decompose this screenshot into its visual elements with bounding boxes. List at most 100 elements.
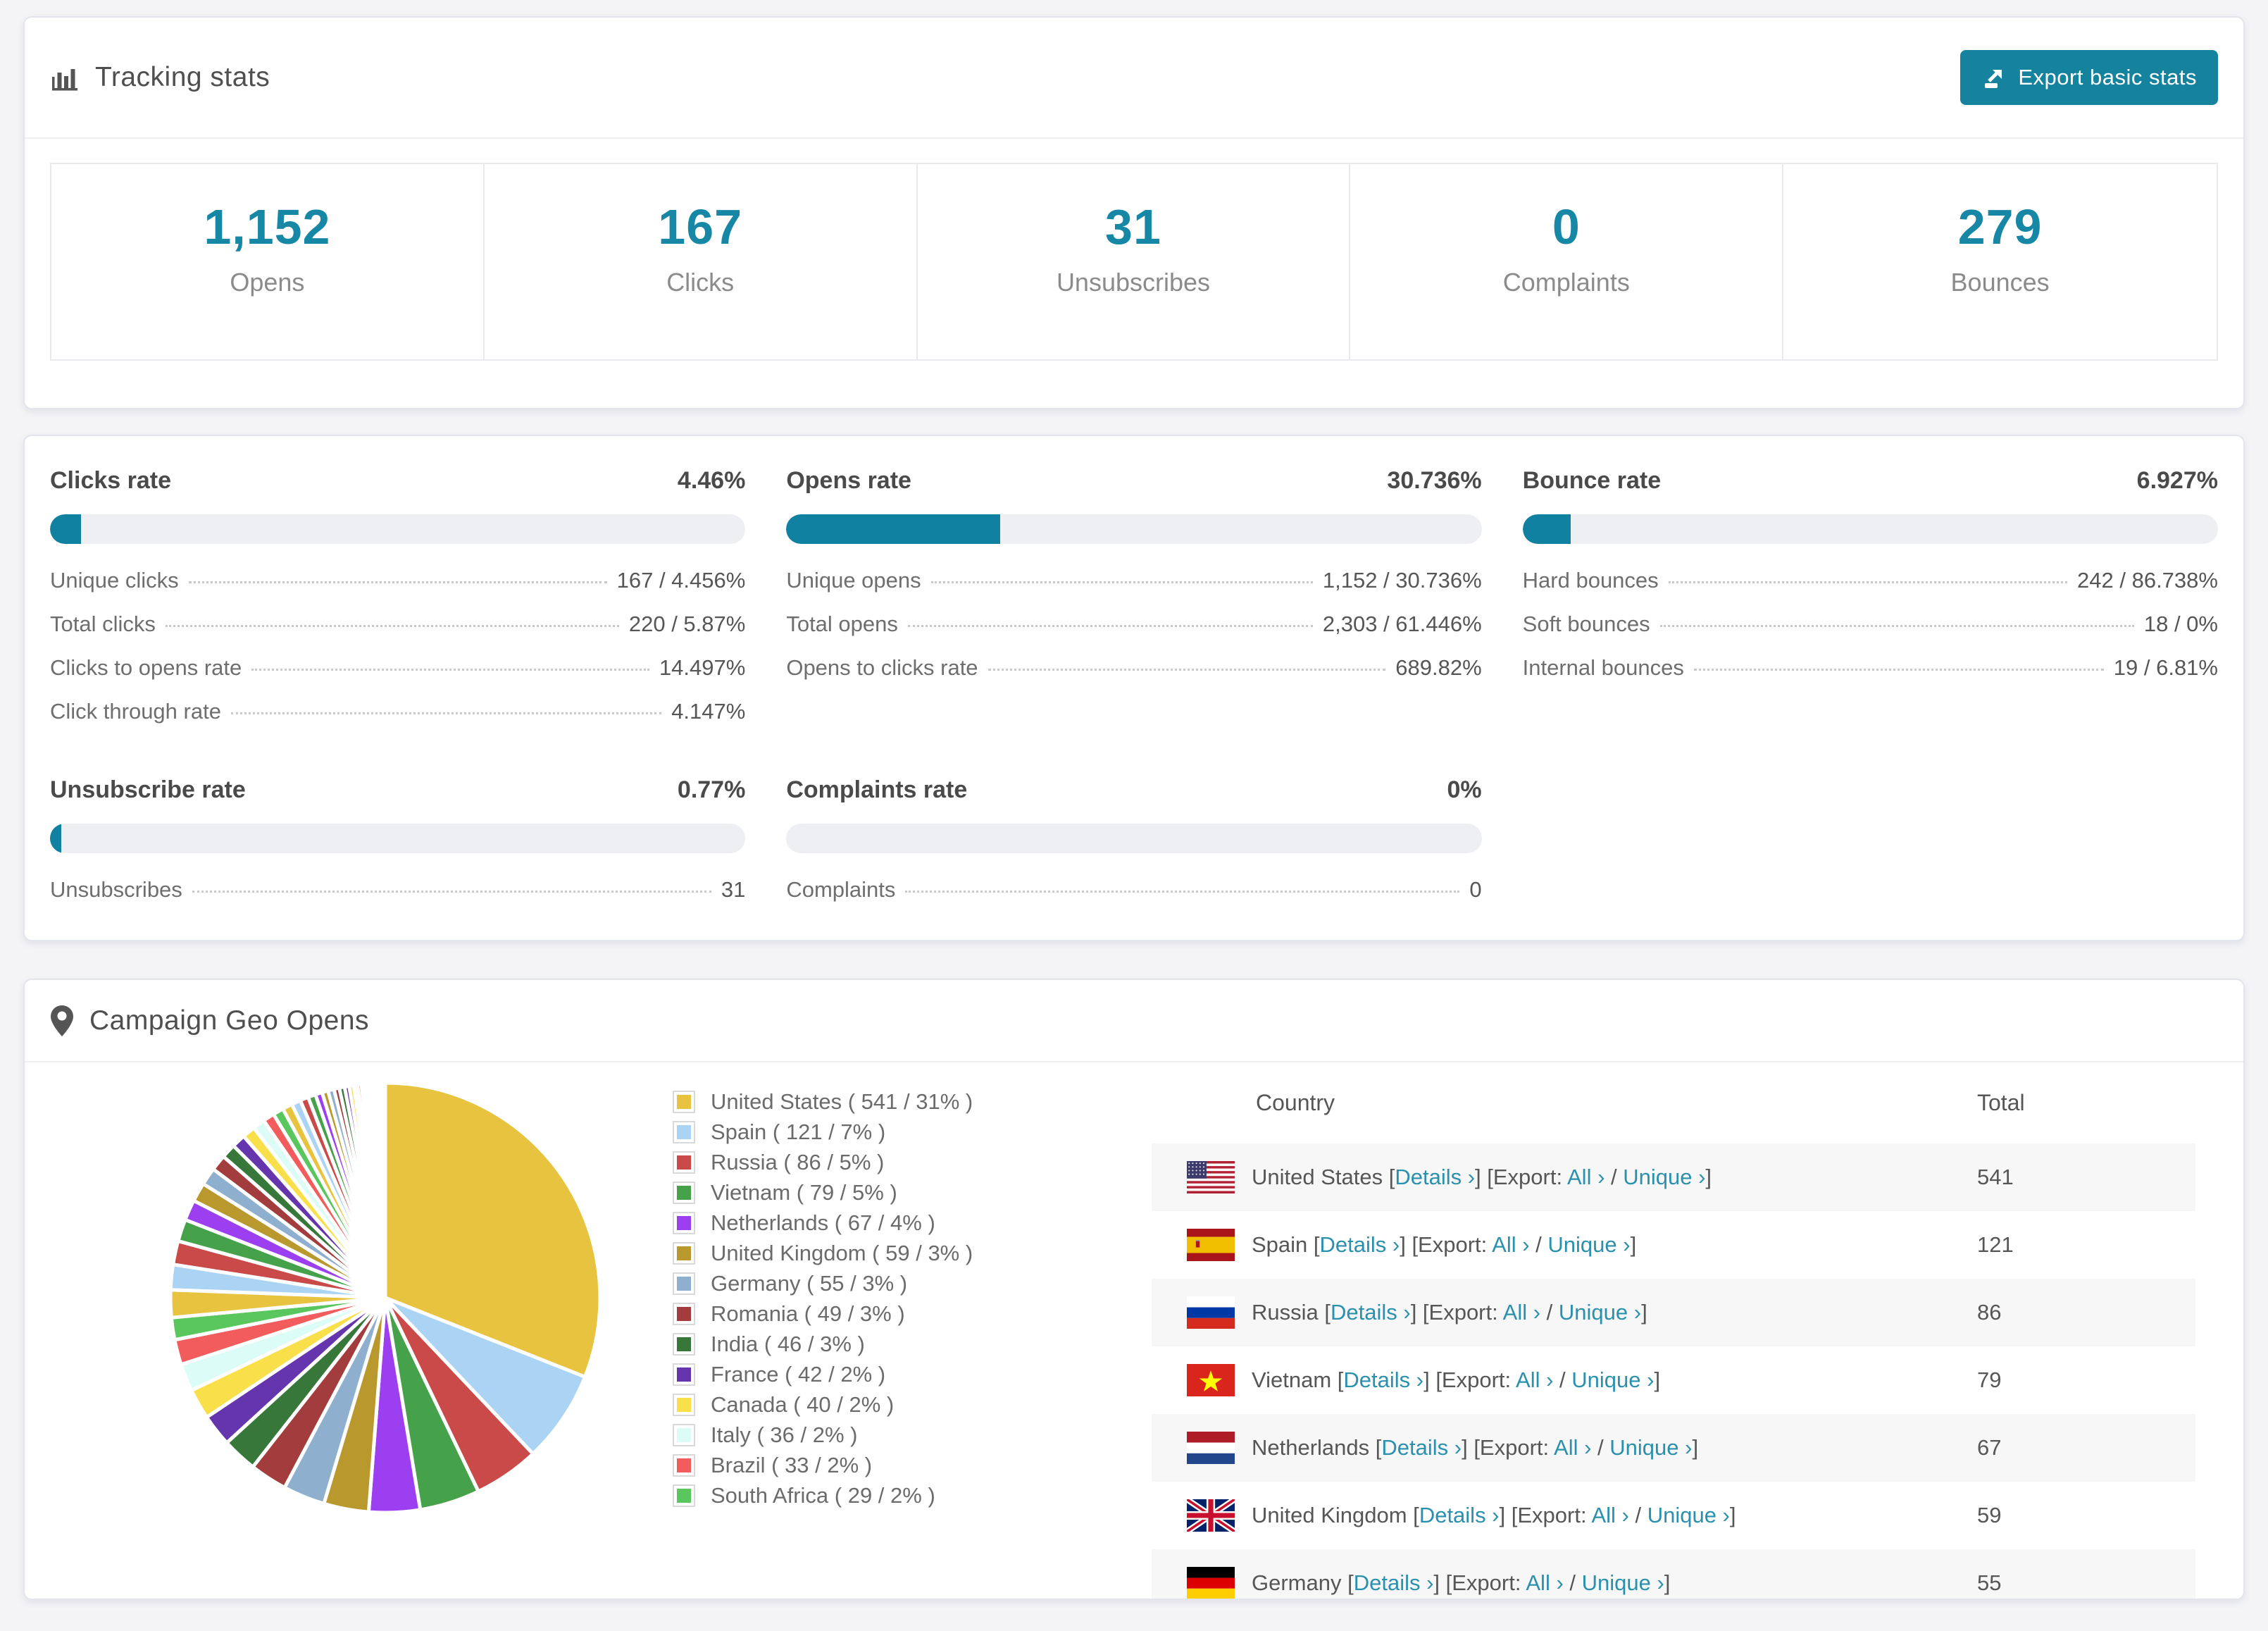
- rate-row-value: 0: [1469, 877, 1482, 902]
- export-all-link[interactable]: All ›: [1591, 1503, 1628, 1527]
- stat-value: 0: [1552, 199, 1581, 254]
- legend-swatch: [673, 1090, 695, 1113]
- export-unique-link[interactable]: Unique ›: [1547, 1232, 1630, 1257]
- rate-title: Complaints rate: [786, 776, 968, 803]
- export-all-link[interactable]: All ›: [1492, 1232, 1529, 1257]
- details-link[interactable]: Details ›: [1395, 1165, 1475, 1189]
- legend-swatch: [673, 1393, 695, 1416]
- dotted-leader: [251, 669, 649, 671]
- export-unique-link[interactable]: Unique ›: [1609, 1435, 1692, 1460]
- dotted-leader: [1693, 669, 2104, 671]
- legend-label: Germany ( 55 / 3% ): [711, 1270, 908, 1296]
- stats-summary-grid: 1,152 Opens 167 Clicks 31 Unsubscribes 0 Co…: [50, 163, 2218, 361]
- rate-row-label: Internal bounces: [1522, 655, 1684, 680]
- export-unique-link[interactable]: Unique ›: [1582, 1570, 1664, 1595]
- export-button-label: Export basic stats: [2018, 65, 2197, 89]
- rate-row-value: 2,303 / 61.446%: [1322, 612, 1482, 636]
- rate-block-bounce-rate: Bounce rate 6.927% Hard bounces 242 / 86…: [1522, 467, 2218, 724]
- export-unique-link[interactable]: Unique ›: [1647, 1503, 1730, 1527]
- geo-country-table: Country Total United States [Details ›] …: [1152, 1062, 2195, 1599]
- rate-progress-track: [786, 514, 1482, 544]
- details-link[interactable]: Details ›: [1381, 1435, 1462, 1460]
- rate-row-value: 4.147%: [671, 699, 746, 724]
- legend-item-netherlands[interactable]: Netherlands ( 67 / 4% ): [673, 1208, 973, 1238]
- rate-progress-track: [50, 824, 746, 853]
- details-link[interactable]: Details ›: [1419, 1503, 1500, 1527]
- legend-swatch: [673, 1181, 695, 1204]
- rate-title-row: Opens rate 30.736%: [786, 467, 1481, 495]
- details-link[interactable]: Details ›: [1354, 1570, 1434, 1595]
- export-all-link[interactable]: All ›: [1516, 1368, 1553, 1392]
- export-unique-link[interactable]: Unique ›: [1623, 1165, 1705, 1189]
- dotted-leader: [987, 669, 1386, 671]
- export-unique-link[interactable]: Unique ›: [1571, 1368, 1654, 1392]
- legend-label: India ( 46 / 3% ): [711, 1331, 865, 1356]
- stat-label: Bounces: [1950, 267, 2050, 297]
- tracking-stats-card: Tracking stats Export basic stats 1,152 …: [23, 16, 2245, 409]
- legend-label: Canada ( 40 / 2% ): [711, 1391, 895, 1417]
- rate-row-label: Clicks to opens rate: [50, 655, 242, 680]
- rate-row: Internal bounces 19 / 6.81%: [1523, 655, 2218, 681]
- legend-item-united-kingdom[interactable]: United Kingdom ( 59 / 3% ): [673, 1238, 973, 1268]
- tracking-stats-title-text: Tracking stats: [95, 62, 270, 92]
- export-all-link[interactable]: All ›: [1526, 1570, 1563, 1595]
- legend-item-romania[interactable]: Romania ( 49 / 3% ): [673, 1298, 973, 1329]
- legend-item-france[interactable]: France ( 42 / 2% ): [673, 1359, 973, 1389]
- legend-label: Netherlands ( 67 / 4% ): [711, 1210, 935, 1235]
- legend-item-spain[interactable]: Spain ( 121 / 7% ): [673, 1117, 973, 1147]
- stat-value: 31: [1105, 199, 1161, 254]
- legend-swatch: [673, 1363, 695, 1386]
- legend-swatch: [673, 1211, 695, 1234]
- stat-cell-complaints: 0 Complaints: [1350, 164, 1784, 359]
- rate-progress-track: [50, 514, 746, 544]
- rate-row: Total opens 2,303 / 61.446%: [786, 612, 1481, 637]
- legend-item-canada[interactable]: Canada ( 40 / 2% ): [673, 1389, 973, 1420]
- legend-swatch: [673, 1120, 695, 1143]
- legend-swatch: [673, 1241, 695, 1265]
- country-column-header: Country: [1256, 1090, 1335, 1115]
- export-basic-stats-button[interactable]: Export basic stats: [1960, 50, 2218, 105]
- legend-swatch: [673, 1302, 695, 1325]
- legend-item-south-africa[interactable]: South Africa ( 29 / 2% ): [673, 1480, 973, 1511]
- stat-label: Opens: [230, 267, 305, 297]
- details-link[interactable]: Details ›: [1343, 1368, 1423, 1392]
- rate-rows: Hard bounces 242 / 86.738% Soft bounces …: [1523, 568, 2218, 681]
- country-cell: Germany [Details ›] [Export: All › / Uni…: [1252, 1570, 1671, 1595]
- legend-label: United Kingdom ( 59 / 3% ): [711, 1240, 973, 1265]
- legend-label: Romania ( 49 / 3% ): [711, 1301, 905, 1326]
- legend-item-vietnam[interactable]: Vietnam ( 79 / 5% ): [673, 1177, 973, 1208]
- total-cell: 79: [1977, 1368, 2002, 1392]
- export-unique-link[interactable]: Unique ›: [1559, 1300, 1641, 1325]
- details-link[interactable]: Details ›: [1331, 1300, 1411, 1325]
- rate-row-label: Unsubscribes: [50, 877, 182, 902]
- dotted-leader: [165, 625, 619, 627]
- export-all-link[interactable]: All ›: [1503, 1300, 1540, 1325]
- country-cell: Netherlands [Details ›] [Export: All › /…: [1252, 1435, 1699, 1460]
- total-column-header: Total: [1977, 1090, 2025, 1115]
- legend-label: Italy ( 36 / 2% ): [711, 1422, 858, 1447]
- legend-item-brazil[interactable]: Brazil ( 33 / 2% ): [673, 1450, 973, 1480]
- table-row-netherlands: Netherlands [Details ›] [Export: All › /…: [1152, 1414, 2195, 1482]
- rate-title-row: Unsubscribe rate 0.77%: [50, 776, 745, 804]
- legend-item-germany[interactable]: Germany ( 55 / 3% ): [673, 1268, 973, 1298]
- rate-row: Clicks to opens rate 14.497%: [50, 655, 745, 681]
- legend-item-russia[interactable]: Russia ( 86 / 5% ): [673, 1147, 973, 1177]
- table-row-spain: Spain [Details ›] [Export: All › / Uniqu…: [1152, 1211, 2195, 1279]
- tracking-stats-title: Tracking stats: [50, 62, 270, 93]
- rate-value: 4.46%: [677, 467, 746, 494]
- rate-row-label: Total opens: [786, 612, 898, 636]
- table-row-germany: Germany [Details ›] [Export: All › / Uni…: [1152, 1549, 2195, 1599]
- rate-row-value: 1,152 / 30.736%: [1322, 568, 1482, 593]
- geo-card-title-text: Campaign Geo Opens: [89, 1005, 370, 1036]
- rate-block-clicks-rate: Clicks rate 4.46% Unique clicks 167 / 4.…: [50, 467, 746, 724]
- legend-item-united-states[interactable]: United States ( 541 / 31% ): [673, 1086, 973, 1117]
- export-icon: [1981, 65, 2007, 90]
- details-link[interactable]: Details ›: [1320, 1232, 1400, 1257]
- export-all-link[interactable]: All ›: [1567, 1165, 1605, 1189]
- stat-label: Complaints: [1502, 267, 1630, 297]
- rate-block-complaints-rate: Complaints rate 0% Complaints 0: [786, 776, 1482, 903]
- stat-label: Unsubscribes: [1056, 267, 1211, 297]
- legend-item-india[interactable]: India ( 46 / 3% ): [673, 1329, 973, 1359]
- legend-item-italy[interactable]: Italy ( 36 / 2% ): [673, 1420, 973, 1450]
- export-all-link[interactable]: All ›: [1554, 1435, 1591, 1460]
